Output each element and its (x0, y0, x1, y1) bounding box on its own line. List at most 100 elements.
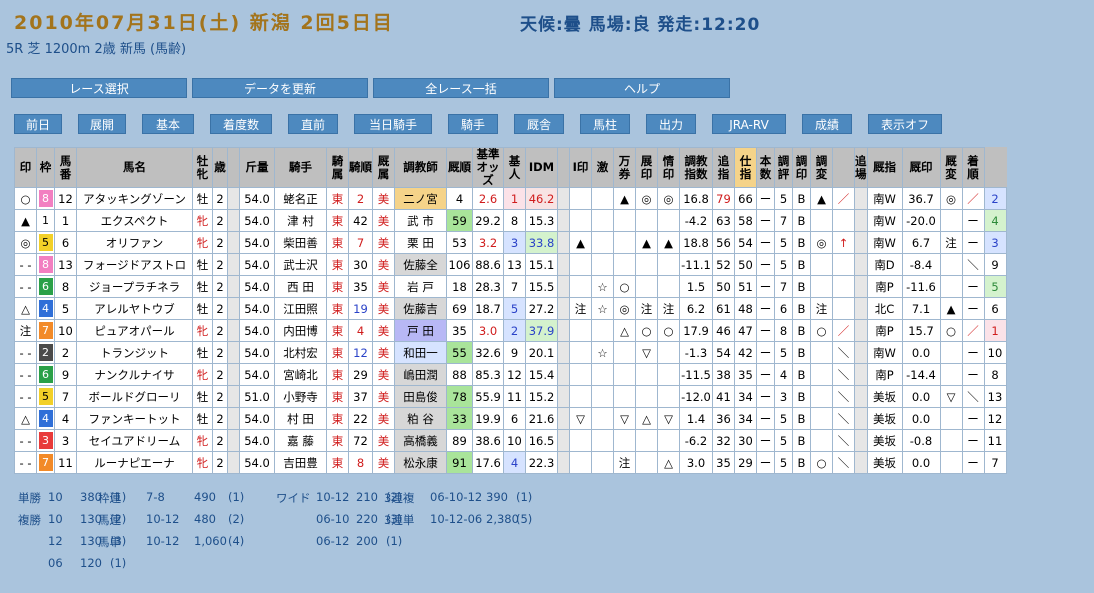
horse-name[interactable]: セイユアドリーム (76, 429, 193, 452)
basic-button[interactable]: 基本 (142, 114, 194, 134)
winning-combination: 10-12 (316, 490, 350, 504)
column-header[interactable]: 着順 (961, 147, 985, 188)
table-cell: 美 (372, 275, 395, 298)
table-row[interactable]: ▲ 1 1 エクスペクト牝 2 54.0 津 村東 42 美武 市 59 29.2 8 15.3 -4.2… (14, 209, 1007, 232)
table-cell: 38.6 (472, 429, 504, 452)
column-header[interactable]: IDM (525, 147, 558, 188)
table-row[interactable]: ○ 8 12 アタッキングゾーン牡 2 54.0 蛯名正東 2 美二ノ宮 4 2.6 1 46.2 ▲ ◎ ◎… (14, 187, 1007, 210)
just-before-button[interactable]: 直前 (288, 114, 338, 134)
table-row[interactable]: - -2 2 トランジット牡 2 54.0 北村宏東 12 美和田一 55 32.6 9 20.1 ☆ ▽… (14, 341, 1007, 364)
table-cell (557, 319, 570, 342)
column-header[interactable]: 厩印 (901, 147, 941, 188)
horse-name[interactable]: エクスペクト (76, 209, 193, 232)
table-row[interactable]: ◎ 5 6 オリファン牝 2 54.0 柴田善東 7 美栗 田 53 3.2 3 33.8 ▲ ▲ ▲ 18.8… (14, 231, 1007, 254)
column-header[interactable]: 万券 (613, 147, 636, 188)
today-jockey-button[interactable]: 当日騎手 (354, 114, 432, 134)
horse-name[interactable]: ルーナピエーナ (76, 451, 193, 474)
column-header[interactable] (557, 147, 570, 188)
column-header[interactable]: 追場 (854, 147, 868, 188)
jra-rv-button[interactable]: JRA-RV (712, 114, 786, 134)
column-header[interactable]: 牡牝 (192, 147, 213, 188)
column-header[interactable]: 馬名 (76, 147, 193, 188)
prev-day-button[interactable]: 前日 (14, 114, 62, 134)
column-header[interactable]: 厩変 (939, 147, 963, 188)
table-row[interactable]: △ 4 5 アレルヤトウブ牡 2 54.0 江田照東 19 美佐藤吉 69 18.7 5 27.2 注 ☆ ◎… (14, 297, 1007, 320)
column-header[interactable]: 調教指数 (679, 147, 713, 188)
table-row[interactable]: - -6 9 ナンクルナイサ牝 2 54.0 宮崎北東 29 美嶋田潤 88 85.3 12 15.4… (14, 363, 1007, 386)
table-cell: 5 (774, 253, 793, 276)
horse-name[interactable]: オリファン (76, 231, 193, 254)
column-header[interactable]: 騎手 (274, 147, 327, 188)
column-header[interactable]: 激 (591, 147, 614, 188)
help-button[interactable]: ヘルプ (554, 78, 730, 98)
horse-name[interactable]: ナンクルナイサ (76, 363, 193, 386)
payout-amount: 220 (356, 512, 378, 526)
column-header[interactable]: 騎属 (326, 147, 349, 188)
column-header[interactable]: 調評 (774, 147, 793, 188)
results-button[interactable]: 成績 (802, 114, 852, 134)
column-header[interactable]: 調教師 (394, 147, 447, 188)
column-header[interactable]: 厩順 (446, 147, 473, 188)
race-select-button[interactable]: レース選択 (11, 78, 187, 98)
horse-name[interactable]: ジョープラチネラ (76, 275, 193, 298)
table-row[interactable]: 注 7 10 ピュアオパール牝 2 54.0 内田博東 4 美戸 田 35 3.0 2 37.9 △ ○ ○ 1… (14, 319, 1007, 342)
table-cell: 12 (503, 363, 526, 386)
column-header[interactable]: 追指 (712, 147, 735, 188)
table-row[interactable]: △ 4 4 ファンキートット牡 2 54.0 村 田東 22 美粕 谷 33 19.9 6 21.6 ▽ ▽… (14, 407, 1007, 430)
tenkai-button[interactable]: 展開 (78, 114, 126, 134)
table-row[interactable]: - -6 8 ジョープラチネラ牡 2 54.0 西 田東 35 美岩 戸 18 28.3 7 15.5… (14, 275, 1007, 298)
table-cell: 48 (734, 297, 757, 320)
horse-name[interactable]: フォージドアストロ (76, 253, 193, 276)
column-header[interactable]: 仕指 (734, 147, 757, 188)
table-cell: ○ (810, 451, 833, 474)
table-cell: 1 (503, 187, 526, 210)
column-header[interactable]: 印 (14, 147, 37, 188)
table-row[interactable]: - -7 11 ルーナピエーナ牝 2 54.0 吉田豊東 8 美松永康 91 17.6 4 22.3 注… (14, 451, 1007, 474)
payout-amount: 2,380 (486, 512, 519, 526)
column-header[interactable]: 情印 (657, 147, 680, 188)
winning-combination: 10-12 (146, 534, 180, 548)
horse-name[interactable]: ボールドグローリ (76, 385, 193, 408)
column-header[interactable]: 枠 (36, 147, 55, 188)
table-row[interactable]: - -8 13 フォージドアストロ牡 2 54.0 武士沢東 30 美佐藤全 106 88.6 13… (14, 253, 1007, 276)
table-row[interactable]: - -3 3 セイユアドリーム牝 2 54.0 嘉 藤東 72 美高橋義 89 38.6 10 16.… (14, 429, 1007, 452)
horse-name[interactable]: トランジット (76, 341, 193, 364)
column-header[interactable]: 騎順 (348, 147, 373, 188)
column-header[interactable]: 厩属 (372, 147, 395, 188)
column-header[interactable]: 基人 (503, 147, 526, 188)
column-header[interactable]: 斤量 (239, 147, 275, 188)
column-header[interactable]: 調変 (810, 147, 833, 188)
column-header[interactable]: 馬番 (54, 147, 77, 188)
horse-column-button[interactable]: 馬柱 (580, 114, 630, 134)
jockey-button[interactable]: 騎手 (448, 114, 498, 134)
table-cell: 田島俊 (394, 385, 447, 408)
refresh-data-button[interactable]: データを更新 (192, 78, 368, 98)
finish-count-button[interactable]: 着度数 (210, 114, 272, 134)
stable-button[interactable]: 厩舎 (514, 114, 564, 134)
table-row[interactable]: - -5 7 ボールドグローリ牡 2 51.0 小野寺東 37 美田島俊 78 55.9 11 15.… (14, 385, 1007, 408)
horse-name[interactable]: アタッキングゾーン (76, 187, 193, 210)
display-off-button[interactable]: 表示オフ (868, 114, 942, 134)
column-header[interactable]: 展印 (635, 147, 658, 188)
table-cell: 59 (446, 209, 473, 232)
column-header[interactable]: 基準オッズ (472, 147, 504, 188)
table-cell: 美 (372, 231, 395, 254)
column-header[interactable] (227, 147, 240, 188)
all-races-button[interactable]: 全レース一括 (373, 78, 549, 98)
column-header[interactable] (832, 147, 855, 188)
table-cell (810, 407, 833, 430)
column-header[interactable]: 本数 (756, 147, 775, 188)
horse-name[interactable]: アレルヤトウブ (76, 297, 193, 320)
table-cell: ー (756, 341, 775, 364)
column-header[interactable]: 調印 (792, 147, 811, 188)
table-cell: 35 (446, 319, 473, 342)
column-header[interactable]: 歳 (212, 147, 228, 188)
horse-name[interactable]: ピュアオパール (76, 319, 193, 342)
column-header[interactable]: I印 (569, 147, 592, 188)
output-button[interactable]: 出力 (646, 114, 696, 134)
table-cell: -8.4 (901, 253, 941, 276)
horse-name[interactable]: ファンキートット (76, 407, 193, 430)
column-header[interactable]: 厩指 (866, 147, 903, 188)
table-cell: 46.2 (525, 187, 558, 210)
table-cell (591, 231, 614, 254)
